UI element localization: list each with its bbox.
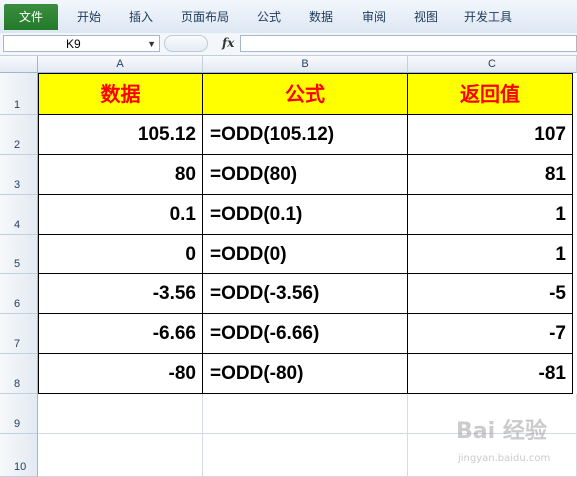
formula-buttons: fx: [164, 35, 236, 52]
column-header-c[interactable]: C: [408, 56, 577, 73]
cell-a6[interactable]: -3.56: [38, 274, 203, 314]
watermark-url: jingyan.baidu.com: [458, 453, 551, 464]
cell-b3[interactable]: =ODD(80): [203, 155, 408, 195]
tab-insert[interactable]: 插入: [116, 0, 166, 33]
row-header-3[interactable]: 3: [0, 155, 38, 195]
expand-handle-icon[interactable]: [164, 35, 208, 52]
cell-b1-header[interactable]: 公式: [203, 73, 408, 115]
row-header-10[interactable]: 10: [0, 434, 38, 477]
chevron-down-icon[interactable]: ▼: [147, 36, 156, 53]
cell-a8[interactable]: -80: [38, 354, 203, 394]
cell-c3[interactable]: 81: [408, 155, 573, 195]
row-number: 4: [14, 219, 21, 231]
row-number: 7: [14, 338, 21, 350]
row-number: 2: [14, 139, 21, 151]
cell-b6[interactable]: =ODD(-3.56): [203, 274, 408, 314]
row-header-7[interactable]: 7: [0, 314, 38, 354]
tab-data[interactable]: 数据: [296, 0, 346, 33]
row-header-4[interactable]: 4: [0, 195, 38, 235]
row-number: 3: [14, 179, 21, 191]
cell-a1-header[interactable]: 数据: [38, 73, 203, 115]
tab-review[interactable]: 审阅: [349, 0, 399, 33]
tab-view[interactable]: 视图: [401, 0, 451, 33]
row-header-8[interactable]: 8: [0, 354, 38, 394]
row-number: 8: [14, 378, 21, 390]
cell-a10[interactable]: [38, 434, 203, 477]
row-header-5[interactable]: 5: [0, 235, 38, 274]
cell-a9[interactable]: [38, 394, 203, 434]
row-number: 10: [14, 461, 27, 473]
cell-a3[interactable]: 80: [38, 155, 203, 195]
baidu-jingyan-watermark: Bai 经验 jingyan.baidu.com: [456, 413, 576, 473]
row-header-1[interactable]: 1: [0, 73, 38, 115]
cell-a5[interactable]: 0: [38, 235, 203, 274]
column-header-b[interactable]: B: [203, 56, 408, 73]
name-box-value: K9: [66, 37, 81, 51]
watermark-logo: Bai 经验: [456, 419, 547, 444]
cell-c5[interactable]: 1: [408, 235, 573, 274]
name-box[interactable]: K9 ▼: [3, 35, 160, 52]
cell-c2[interactable]: 107: [408, 115, 573, 155]
tab-file[interactable]: 文件: [4, 4, 58, 30]
row-number: 6: [14, 298, 21, 310]
cell-b5[interactable]: =ODD(0): [203, 235, 408, 274]
formula-input[interactable]: [240, 35, 577, 52]
cell-a7[interactable]: -6.66: [38, 314, 203, 354]
tab-home[interactable]: 开始: [64, 0, 114, 33]
column-header-a[interactable]: A: [38, 56, 203, 73]
insert-function-button[interactable]: fx: [222, 35, 234, 52]
row-number: 5: [14, 258, 21, 270]
row-number: 1: [14, 99, 21, 111]
cell-c4[interactable]: 1: [408, 195, 573, 235]
ribbon-tab-bar: 文件 开始 插入 页面布局 公式 数据 审阅 视图 开发工具: [0, 0, 577, 34]
cell-c7[interactable]: -7: [408, 314, 573, 354]
select-all-corner[interactable]: [0, 56, 38, 73]
row-header-2[interactable]: 2: [0, 115, 38, 155]
cell-a2[interactable]: 105.12: [38, 115, 203, 155]
cell-c6[interactable]: -5: [408, 274, 573, 314]
cell-b7[interactable]: =ODD(-6.66): [203, 314, 408, 354]
cell-a4[interactable]: 0.1: [38, 195, 203, 235]
formula-bar: K9 ▼ fx: [0, 33, 577, 56]
row-number: 9: [14, 418, 21, 430]
cell-b10[interactable]: [203, 434, 408, 477]
tab-formulas[interactable]: 公式: [244, 0, 294, 33]
row-header-6[interactable]: 6: [0, 274, 38, 314]
cell-b4[interactable]: =ODD(0.1): [203, 195, 408, 235]
cell-c1-header[interactable]: 返回值: [408, 73, 573, 115]
tab-page-layout[interactable]: 页面布局: [172, 0, 238, 33]
cell-b2[interactable]: =ODD(105.12): [203, 115, 408, 155]
cell-b8[interactable]: =ODD(-80): [203, 354, 408, 394]
tab-developer[interactable]: 开发工具: [455, 0, 521, 33]
cell-c8[interactable]: -81: [408, 354, 573, 394]
cell-b9[interactable]: [203, 394, 408, 434]
row-header-9[interactable]: 9: [0, 394, 38, 434]
